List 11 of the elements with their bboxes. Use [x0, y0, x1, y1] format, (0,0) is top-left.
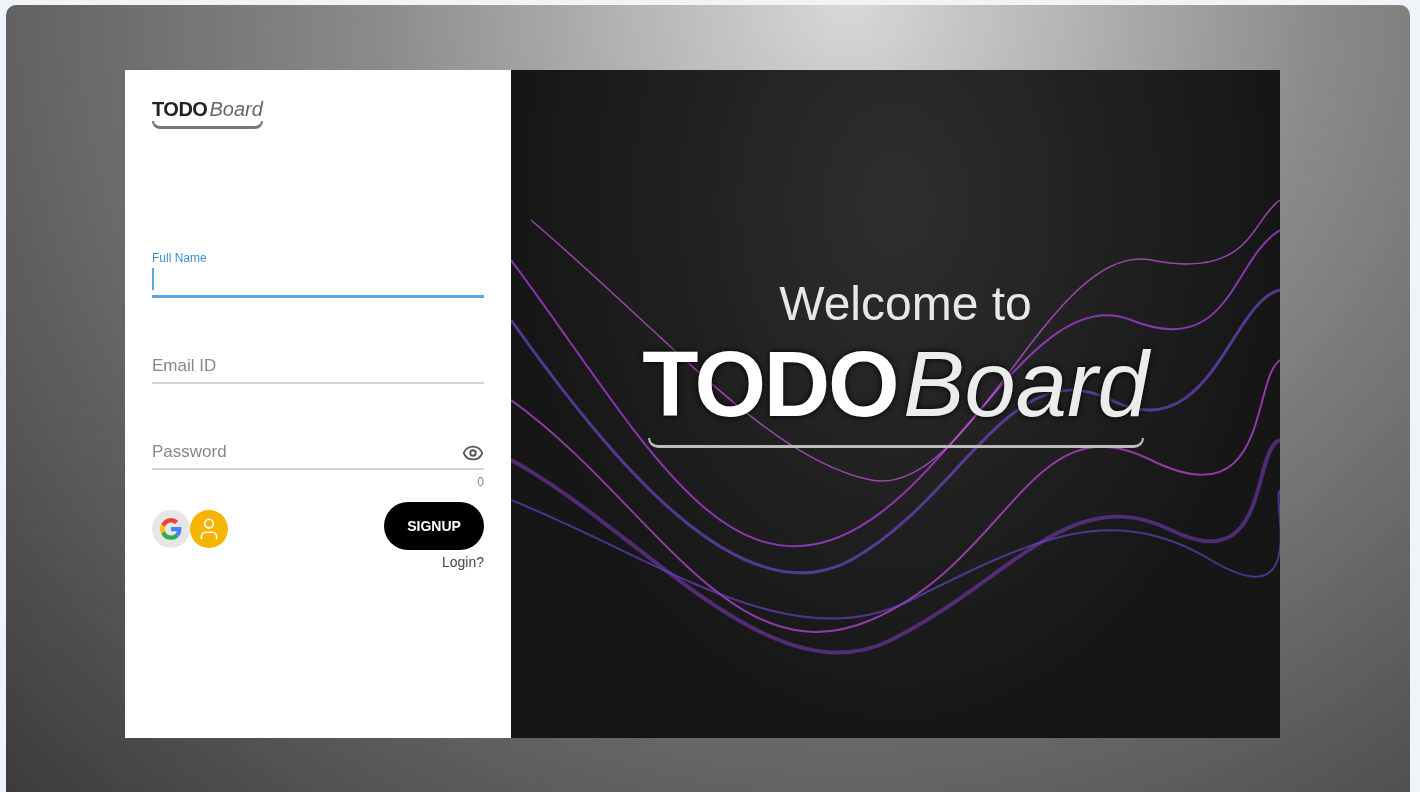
google-icon [158, 516, 184, 542]
signup-button[interactable]: SIGNUP [384, 502, 484, 550]
text-cursor [152, 268, 154, 290]
logo: TODOBoard [152, 94, 263, 129]
input-field[interactable]: Password [152, 436, 484, 470]
login-link[interactable]: Login? [441, 552, 484, 573]
input-field[interactable]: Email ID [152, 350, 484, 384]
google-button[interactable] [152, 510, 190, 548]
welcome-text: Welcome to [779, 280, 1032, 328]
field-label: Full Name [152, 252, 207, 264]
character-counter: 0 [477, 476, 484, 488]
